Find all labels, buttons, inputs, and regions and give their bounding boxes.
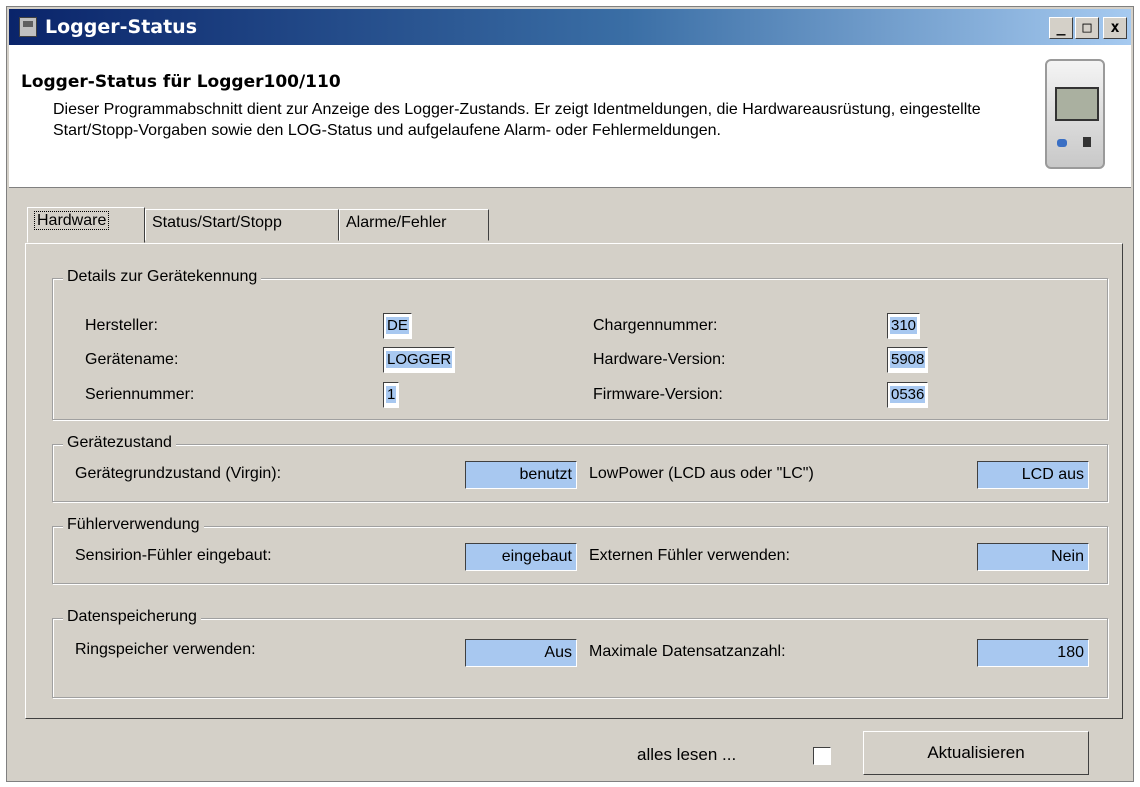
external-sensor-label: Externen Fühler verwenden:	[589, 547, 790, 564]
serial-number-value: 1	[383, 382, 400, 408]
max-records-value: 180	[977, 639, 1089, 667]
tab-label: Status/Start/Stopp	[152, 214, 282, 231]
header-title: Logger-Status für Logger100/110	[21, 72, 341, 92]
read-all-checkbox[interactable]	[813, 747, 831, 765]
device-screen	[1055, 87, 1099, 121]
hardware-version-label: Hardware-Version:	[593, 351, 726, 368]
external-sensor-value: Nein	[977, 543, 1089, 571]
group-device-state: Gerätezustand Gerätegrundzustand (Virgin…	[52, 434, 1108, 502]
group-sensor-usage: Fühlerverwendung Sensirion-Fühler eingeb…	[52, 516, 1108, 584]
tab-label: Hardware	[34, 211, 110, 230]
low-power-value: LCD aus	[977, 461, 1089, 489]
device-name-value: LOGGER	[383, 347, 456, 373]
batch-number-label: Chargennummer:	[593, 317, 718, 334]
virgin-state-value: benutzt	[465, 461, 577, 489]
group-legend: Details zur Gerätekennung	[63, 268, 262, 286]
ring-buffer-label: Ringspeicher verwenden:	[75, 641, 256, 658]
low-power-label: LowPower (LCD aus oder "LC")	[589, 465, 814, 482]
maximize-button[interactable]: □	[1075, 17, 1099, 39]
logger-device-icon	[1045, 59, 1105, 169]
header-description: Dieser Programmabschnitt dient zur Anzei…	[53, 101, 981, 139]
serial-number-label: Seriennummer:	[85, 386, 195, 403]
virgin-state-label: Gerätegrundzustand (Virgin):	[75, 465, 282, 482]
group-data-storage: Datenspeicherung Ringspeicher verwenden:…	[52, 608, 1108, 698]
group-identification: Details zur Gerätekennung Hersteller: DE…	[52, 268, 1108, 420]
device-button	[1083, 137, 1091, 147]
tab-status-start-stopp[interactable]: Status/Start/Stopp	[145, 209, 339, 241]
sensirion-sensor-value: eingebaut	[465, 543, 577, 571]
tab-panel-hardware: Details zur Gerätekennung Hersteller: DE…	[25, 243, 1123, 719]
firmware-version-value: 0536	[887, 382, 929, 408]
sensirion-sensor-label: Sensirion-Fühler eingebaut:	[75, 547, 272, 564]
group-legend: Datenspeicherung	[63, 608, 201, 626]
tab-label: Alarme/Fehler	[346, 214, 447, 231]
manufacturer-label: Hersteller:	[85, 317, 158, 334]
header-panel: Logger-Status für Logger100/110 Dieser P…	[9, 45, 1131, 188]
device-name-label: Gerätename:	[85, 351, 179, 368]
app-icon	[19, 17, 37, 37]
manufacturer-value: DE	[383, 313, 412, 339]
device-button	[1057, 139, 1067, 147]
minimize-button[interactable]: _	[1049, 17, 1073, 39]
tab-alarme-fehler[interactable]: Alarme/Fehler	[339, 209, 489, 241]
group-legend: Gerätezustand	[63, 434, 176, 452]
read-all-label: alles lesen ...	[637, 745, 737, 764]
ring-buffer-value: Aus	[465, 639, 577, 667]
title-bar[interactable]: Logger-Status _ □ x	[9, 9, 1131, 45]
hardware-version-value: 5908	[887, 347, 929, 373]
firmware-version-label: Firmware-Version:	[593, 386, 723, 403]
batch-number-value: 310	[887, 313, 921, 339]
max-records-label: Maximale Datensatzanzahl:	[589, 643, 786, 660]
close-button[interactable]: x	[1103, 17, 1127, 39]
refresh-button[interactable]: Aktualisieren	[863, 731, 1089, 775]
window-title: Logger-Status	[45, 16, 198, 38]
tab-hardware[interactable]: Hardware	[27, 207, 145, 243]
group-legend: Fühlerverwendung	[63, 516, 204, 534]
logger-status-window: Logger-Status _ □ x Logger-Status für Lo…	[6, 6, 1134, 782]
